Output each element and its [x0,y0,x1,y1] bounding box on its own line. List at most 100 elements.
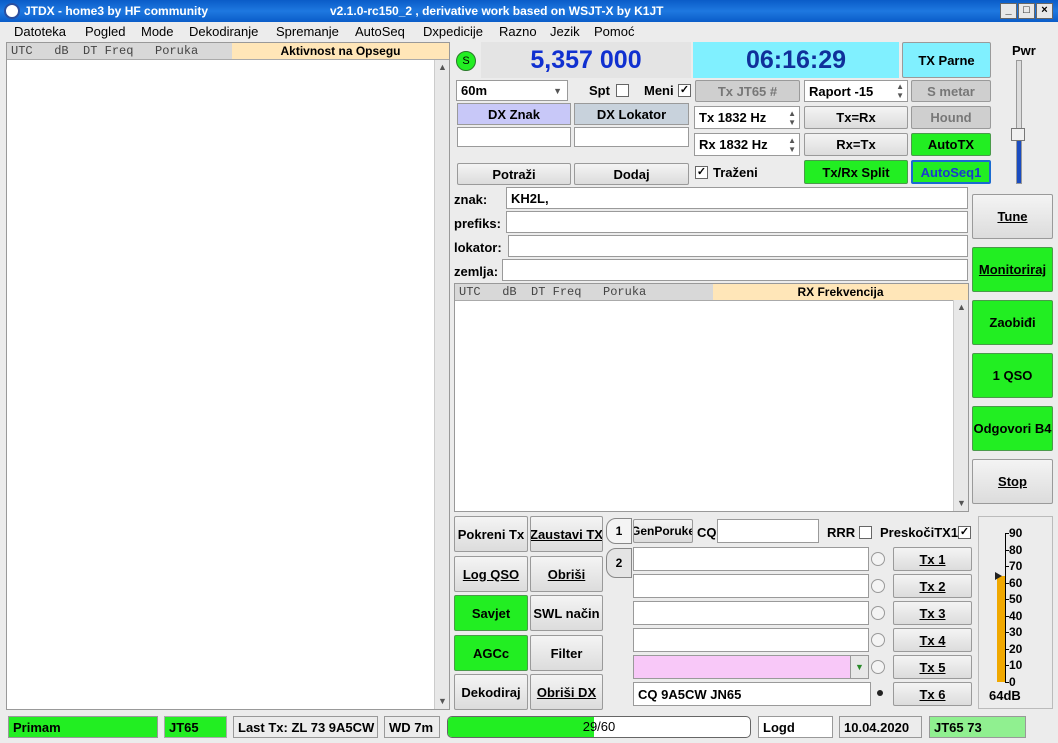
meni-checkbox[interactable]: ✓ [678,84,691,97]
report-value: Raport -15 [809,83,874,99]
bypass-button[interactable]: Zaobiđi [972,300,1053,345]
pwr-slider-handle[interactable] [1011,128,1025,141]
s-meter-button[interactable]: S metar [911,80,991,102]
tx3-radio[interactable] [871,606,885,620]
hint-button[interactable]: Savjet [454,595,528,631]
erase-button[interactable]: Obriši [530,556,603,592]
monitor-button[interactable]: Monitoriraj [972,247,1053,292]
rrr-checkbox[interactable] [859,526,872,539]
meter-level-bar [997,576,1005,682]
tx5-radio[interactable] [871,660,885,674]
scroll-down-icon[interactable]: ▼ [954,496,969,511]
tab-2[interactable]: 2 [606,548,632,578]
tx6-message-input[interactable]: CQ 9A5CW JN65 [633,682,871,706]
tx5-button[interactable]: Tx 5 [893,655,972,679]
close-button[interactable]: × [1036,3,1053,19]
menu-razno[interactable]: Razno [499,24,537,39]
tx-frequency-spinbox[interactable]: Tx 1832 Hz ▲ ▼ [694,106,800,129]
tx-parity-button[interactable]: TX Parne [902,42,991,78]
menu-dekodiranje[interactable]: Dekodiranje [189,24,258,39]
tx1-radio[interactable] [871,552,885,566]
meter-tick-mark [1005,599,1009,601]
tx4-radio[interactable] [871,633,885,647]
tx4-button[interactable]: Tx 4 [893,628,972,652]
one-qso-button[interactable]: 1 QSO [972,353,1053,398]
grid-field[interactable] [508,235,968,257]
tx5-message-combo[interactable]: ▼ [633,655,869,679]
erase-dx-button[interactable]: Obriši DX [530,674,603,710]
band-activity-panel[interactable]: UTC dB DT Freq Poruka Aktivnost na Opseg… [6,42,450,710]
grid-label: lokator: [454,240,502,255]
dx-call-input[interactable] [457,127,571,147]
tx1-button[interactable]: Tx 1 [893,547,972,571]
add-button[interactable]: Dodaj [574,163,689,185]
menu-autoseq[interactable]: AutoSeq [355,24,405,39]
start-tx-button[interactable]: Pokreni Tx [454,516,528,552]
menu-pogled[interactable]: Pogled [85,24,125,39]
report-spinbox[interactable]: Raport -15 ▲ ▼ [804,80,908,102]
lookup-button[interactable]: Potraži [457,163,571,185]
spin-arrows-icon[interactable]: ▲ ▼ [788,136,796,154]
menu-pomoc[interactable]: Pomoć [594,24,634,39]
tx2-message-input[interactable] [633,574,869,598]
tx3-message-input[interactable] [633,601,869,625]
tx2-button[interactable]: Tx 2 [893,574,972,598]
dx-grid-input[interactable] [574,127,689,147]
rx-eq-tx-button[interactable]: Rx=Tx [804,133,908,156]
decode-button[interactable]: Dekodiraj [454,674,528,710]
rx-frequency-scrollbar[interactable]: ▲ ▼ [953,300,968,511]
stop-button[interactable]: Stop [972,459,1053,504]
rx-frequency-panel[interactable]: UTC dB DT Freq Poruka RX Frekvencija ▲ ▼ [454,283,969,512]
log-qso-button[interactable]: Log QSO [454,556,528,592]
pwr-slider-track[interactable] [1016,60,1022,184]
stop-tx-button[interactable]: Zaustavi TX [530,516,603,552]
scroll-up-icon[interactable]: ▲ [435,60,450,75]
prefix-field[interactable] [506,211,968,233]
hound-button[interactable]: Hound [911,106,991,129]
tx1-message-input[interactable] [633,547,869,571]
band-select[interactable]: 60m ▼ [456,80,568,101]
menu-datoteka[interactable]: Datoteka [14,24,66,39]
autoseq1-button[interactable]: AutoSeq1 [911,160,991,184]
split-button[interactable]: Tx/Rx Split [804,160,908,184]
spin-arrows-icon[interactable]: ▲ ▼ [896,82,904,100]
maximize-button[interactable]: □ [1018,3,1035,19]
spt-checkbox[interactable] [616,84,629,97]
autotx-button[interactable]: AutoTX [911,133,991,156]
skip-tx1-checkbox[interactable]: ✓ [958,526,971,539]
filter-button[interactable]: Filter [530,635,603,671]
status-mode: JT65 [164,716,227,738]
spin-arrows-icon[interactable]: ▲ ▼ [788,109,796,127]
tx2-radio[interactable] [871,579,885,593]
status-wd: WD 7m [384,716,440,738]
wanted-checkbox[interactable]: ✓ [695,166,708,179]
tx-mode-button[interactable]: Tx JT65 # [695,80,800,102]
tx6-button[interactable]: Tx 6 [893,682,972,706]
cq-input[interactable] [717,519,819,543]
band-activity-scrollbar[interactable]: ▲ ▼ [434,60,449,709]
swl-button[interactable]: SWL način [530,595,603,631]
call-field[interactable]: KH2L, [506,187,968,209]
tx-eq-rx-button[interactable]: Tx=Rx [804,106,908,129]
scroll-up-icon[interactable]: ▲ [954,300,969,315]
tune-button[interactable]: Tune [972,194,1053,239]
menu-mode[interactable]: Mode [141,24,174,39]
gen-messages-button[interactable]: GenPoruke [633,519,693,543]
country-field[interactable] [502,259,968,281]
rx-frequency-title: RX Frekvencija [713,284,968,301]
rx-frequency-spinbox[interactable]: Rx 1832 Hz ▲ ▼ [694,133,800,156]
minimize-button[interactable]: _ [1000,3,1017,19]
meter-tick-label: 10 [1009,658,1023,673]
meter-tick-label: 30 [1009,625,1023,640]
menu-spremanje[interactable]: Spremanje [276,24,339,39]
chevron-down-icon[interactable]: ▼ [850,656,868,678]
tx6-radio-selected[interactable] [877,690,883,696]
tx3-button[interactable]: Tx 3 [893,601,972,625]
agcc-button[interactable]: AGCc [454,635,528,671]
menu-dxpedicije[interactable]: Dxpedicije [423,24,483,39]
tab-1[interactable]: 1 [606,518,632,544]
menu-jezik[interactable]: Jezik [550,24,580,39]
answer-b4-button[interactable]: Odgovori B4 [972,406,1053,451]
scroll-down-icon[interactable]: ▼ [435,694,450,709]
tx4-message-input[interactable] [633,628,869,652]
